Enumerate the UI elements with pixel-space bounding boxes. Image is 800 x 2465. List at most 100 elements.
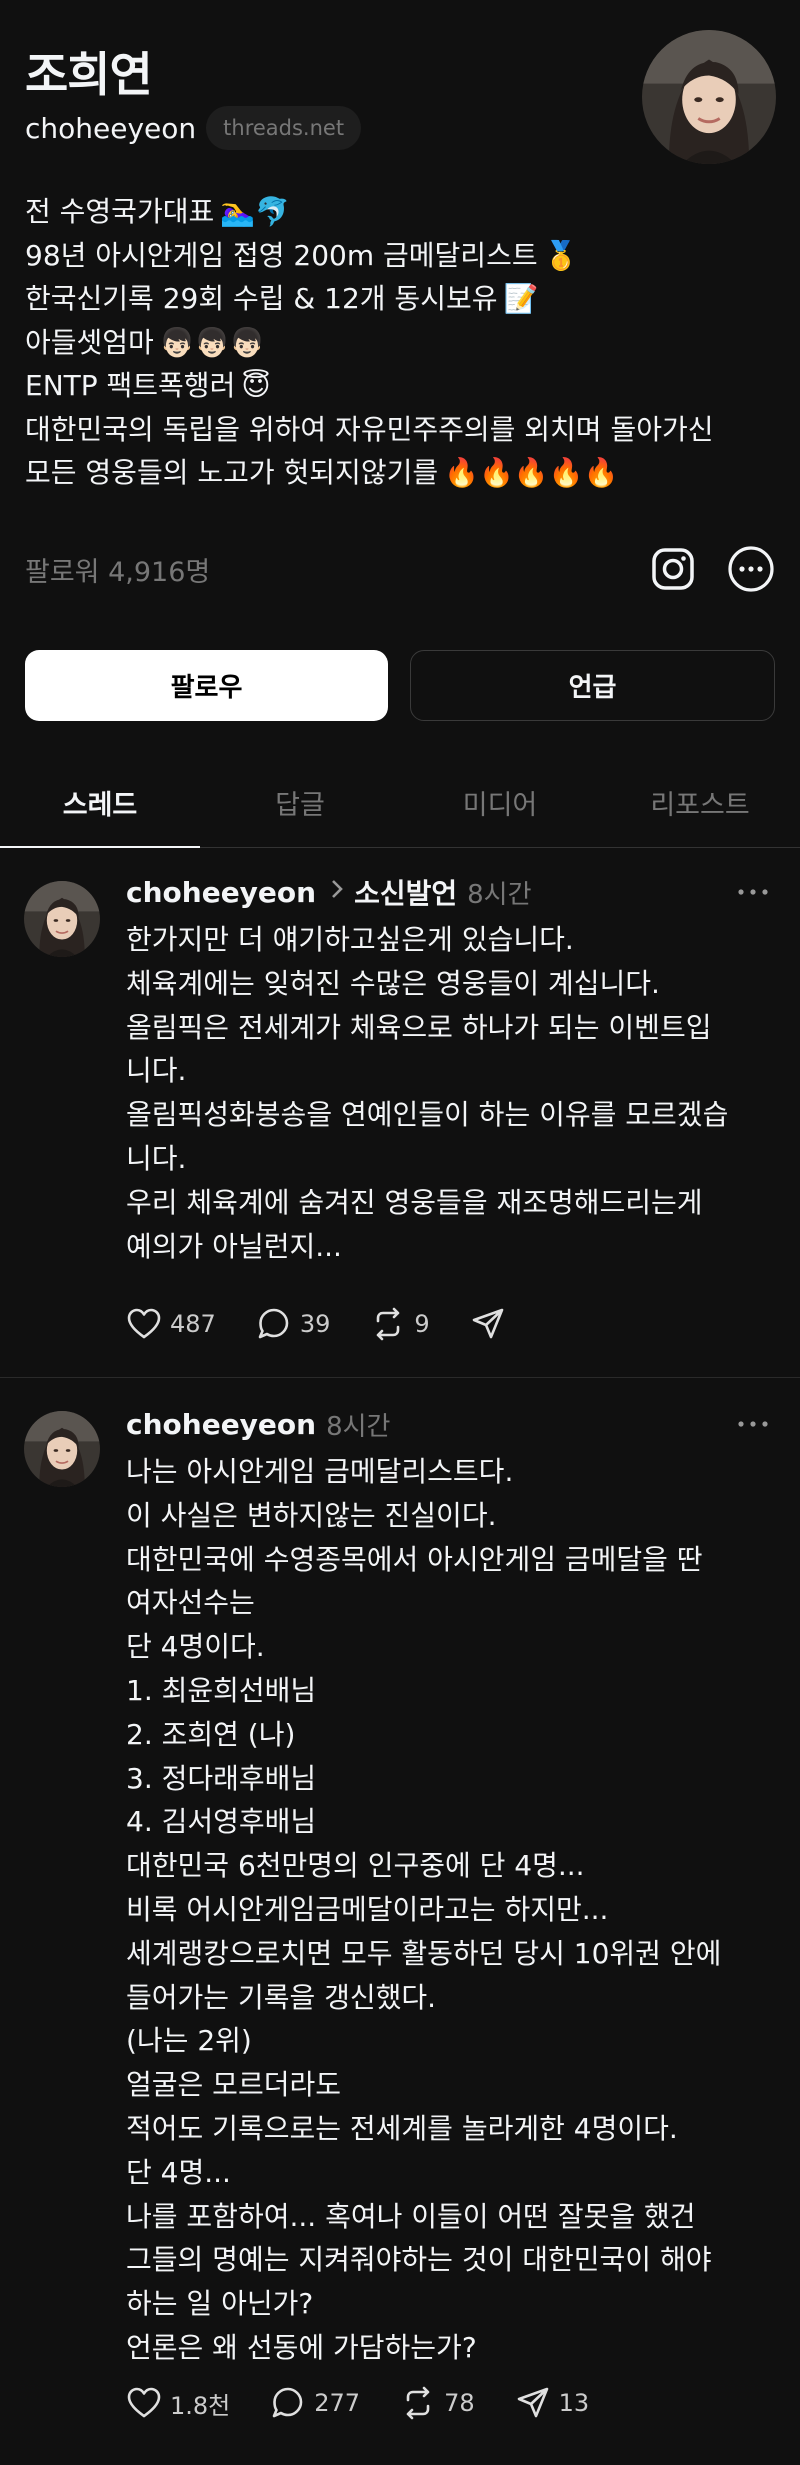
post-header: choheeyeon 소신발언 8시간 xyxy=(126,872,532,912)
tab-reposts[interactable]: 리포스트 xyxy=(600,758,800,847)
post-avatar[interactable] xyxy=(24,881,100,957)
share-button[interactable]: 13 xyxy=(515,2385,590,2421)
chevron-right-icon xyxy=(330,878,344,906)
post-text-line: 얼굴은 모르더라도 xyxy=(126,2068,341,2102)
comment-button[interactable]: 277 xyxy=(270,2385,360,2421)
repost-count: 9 xyxy=(414,1310,430,1338)
comment-count: 277 xyxy=(314,2389,361,2417)
instagram-icon[interactable] xyxy=(649,545,697,593)
comment-icon xyxy=(258,1308,289,1339)
post-divider xyxy=(0,1377,800,1378)
post-handle[interactable]: choheeyeon xyxy=(126,876,316,909)
post-text-line: 비록 어시안게임금메달이라고는 하지만... xyxy=(126,1892,609,1926)
post-text-line: 들어가는 기록을 갱신했다. xyxy=(126,1980,437,2014)
follow-button[interactable]: 팔로우 xyxy=(25,650,388,721)
comment-count: 39 xyxy=(299,1310,331,1338)
comment-icon xyxy=(272,2387,303,2418)
share-button[interactable] xyxy=(470,1306,514,1342)
bio-text: 아들셋엄마 xyxy=(25,325,154,359)
comment-button[interactable]: 39 xyxy=(256,1306,331,1342)
post-text-line: 니다. xyxy=(126,1054,187,1088)
post-text-line: 그들의 명예는 지켜줘야하는 것이 대한민국이 해야 xyxy=(126,2243,712,2277)
like-count: 487 xyxy=(170,1310,216,1338)
bio-emoji: 🥇 xyxy=(543,238,579,272)
repost-icon xyxy=(406,2386,430,2420)
bio-text: 대한민국의 독립을 위하여 자유민주주의를 외치며 돌아가신 xyxy=(25,412,714,446)
bio-line: 전 수영국가대표 🏊‍♀️🐬 xyxy=(25,190,775,234)
post-body: 나는 아시안게임 금메달리스트다. 이 사실은 변하지않는 진실이다. 대한민국… xyxy=(126,1450,776,2370)
post-text-line: 한가지만 더 얘기하고싶은게 있습니다. xyxy=(126,923,574,956)
repost-button[interactable]: 9 xyxy=(370,1306,430,1342)
tab-threads[interactable]: 스레드 xyxy=(0,758,200,848)
like-button[interactable]: 487 xyxy=(126,1306,216,1342)
post-text-line: 나는 아시안게임 금메달리스트다. xyxy=(126,1455,514,1488)
post-text-line: 단 4명이다. xyxy=(126,1630,265,1664)
domain-chip[interactable]: threads.net xyxy=(206,106,362,150)
bio-emoji: 😇 xyxy=(241,369,271,402)
bio-line: 대한민국의 독립을 위하여 자유민주주의를 외치며 돌아가신 xyxy=(25,408,775,452)
post-text-line: 단 4명... xyxy=(126,2155,231,2189)
tab-media[interactable]: 미디어 xyxy=(400,758,600,847)
post-actions: 487 39 9 xyxy=(126,1304,554,1344)
bio-text: 한국신기록 29회 수립 & 12개 동시보유 xyxy=(25,282,498,315)
post-text-line: 대한민국에 수영종목에서 아시안게임 금메달을 딴 xyxy=(126,1542,703,1576)
repost-button[interactable]: 78 xyxy=(400,2385,475,2421)
share-count: 13 xyxy=(558,2389,590,2417)
profile-bio: 전 수영국가대표 🏊‍♀️🐬 98년 아시안게임 접영 200m 금메달리스트 🥇 … xyxy=(25,190,775,495)
profile-avatar[interactable] xyxy=(642,30,776,164)
post-text-line: 예의가 아닐런지... xyxy=(126,1229,342,1263)
post-text-line: 체육계에는 잊혀진 수많은 영웅들이 계십니다. xyxy=(126,966,660,1000)
post-text-line: 3. 정다래후배님 xyxy=(126,1761,317,1795)
post-text-line: 올림픽성화봉송을 연예인들이 하는 이유를 모르겠습 xyxy=(126,1098,729,1132)
post-text-line: 언론은 왜 선동에 가담하는가? xyxy=(126,2330,477,2364)
share-icon xyxy=(472,1308,503,1339)
post-handle[interactable]: choheeyeon xyxy=(126,1408,316,1441)
more-options-icon[interactable] xyxy=(727,545,775,593)
bio-line: 98년 아시안게임 접영 200m 금메달리스트 🥇 xyxy=(25,234,775,278)
post-text-line: 우리 체육계에 숨겨진 영웅들을 재조명해드리는게 xyxy=(126,1185,703,1219)
bio-emoji: 🏊‍♀️🐬 xyxy=(220,195,290,228)
followers-row: 팔로워 4,916명 xyxy=(25,542,777,596)
like-count: 1.8천 xyxy=(170,2391,231,2420)
profile-tabs: 스레드 답글 미디어 리포스트 xyxy=(0,758,800,848)
handle-row: choheeyeon threads.net xyxy=(25,106,362,150)
post-text-line: 하는 일 아닌가? xyxy=(126,2287,314,2321)
heart-icon xyxy=(127,2387,161,2418)
bio-line: 모든 영웅들의 노고가 헛되지않기를 🔥🔥🔥🔥🔥 xyxy=(25,451,775,495)
post-body: 한가지만 더 얘기하고싶은게 있습니다. 체육계에는 잊혀진 수많은 영웅들이 … xyxy=(126,918,776,1268)
repost-count: 78 xyxy=(444,2389,475,2417)
tab-replies[interactable]: 답글 xyxy=(200,758,400,847)
profile-handle: choheeyeon xyxy=(25,111,197,145)
profile-name: 조희연 xyxy=(25,48,153,103)
share-icon xyxy=(517,2387,548,2418)
post-text-line: 4. 김서영후배님 xyxy=(126,1805,317,1839)
repost-icon xyxy=(377,1307,400,1341)
mention-button[interactable]: 언급 xyxy=(410,650,775,721)
more-options-icon[interactable] xyxy=(736,1414,770,1434)
post-text-line: 여자선수는 xyxy=(126,1586,255,1620)
more-options-icon[interactable] xyxy=(736,882,770,902)
post-text-line: 적어도 기록으로는 전세계를 놀라게한 4명이다. xyxy=(126,2111,678,2145)
post-time: 8시간 xyxy=(467,879,532,910)
bio-line: 한국신기록 29회 수립 & 12개 동시보유 📝 xyxy=(25,277,775,321)
followers-count[interactable]: 팔로워 4,916명 xyxy=(25,550,210,589)
post-text-line: 대한민국 6천만명의 인구중에 단 4명... xyxy=(126,1849,585,1883)
post-text-line: 올림픽은 전세계가 체육으로 하나가 되는 이벤트입 xyxy=(126,1010,712,1044)
like-button[interactable]: 1.8천 xyxy=(126,2385,230,2421)
post-text-line: 세계랭캉으로치면 모두 활동하던 당시 10위권 안에 xyxy=(126,1936,722,1970)
post-topic[interactable]: 소신발언 xyxy=(354,872,457,912)
post-avatar[interactable] xyxy=(24,1411,100,1487)
post-text-line: 니다. xyxy=(126,1141,187,1175)
bio-emoji: 📝 xyxy=(503,282,539,315)
bio-text: 98년 아시안게임 접영 200m 금메달리스트 xyxy=(25,238,538,272)
bio-text: 전 수영국가대표 xyxy=(25,195,215,228)
post-text-line: 2. 조희연 (나) xyxy=(126,1717,296,1751)
bio-line: ENTP 팩트폭행러 😇 xyxy=(25,364,775,408)
post-actions: 1.8천 277 78 13 xyxy=(126,2383,629,2423)
bio-text: ENTP 팩트폭행러 xyxy=(25,369,236,402)
post-text-line: 1. 최윤희선배님 xyxy=(126,1673,317,1707)
post-header: choheeyeon 8시간 xyxy=(126,1404,390,1444)
post-text-line: (나는 2위) xyxy=(126,2024,252,2058)
post-text-line: 나를 포함하여... 혹여나 이들이 어떤 잘못을 했건 xyxy=(126,2199,696,2233)
post-text-line: 이 사실은 변하지않는 진실이다. xyxy=(126,1498,497,1532)
